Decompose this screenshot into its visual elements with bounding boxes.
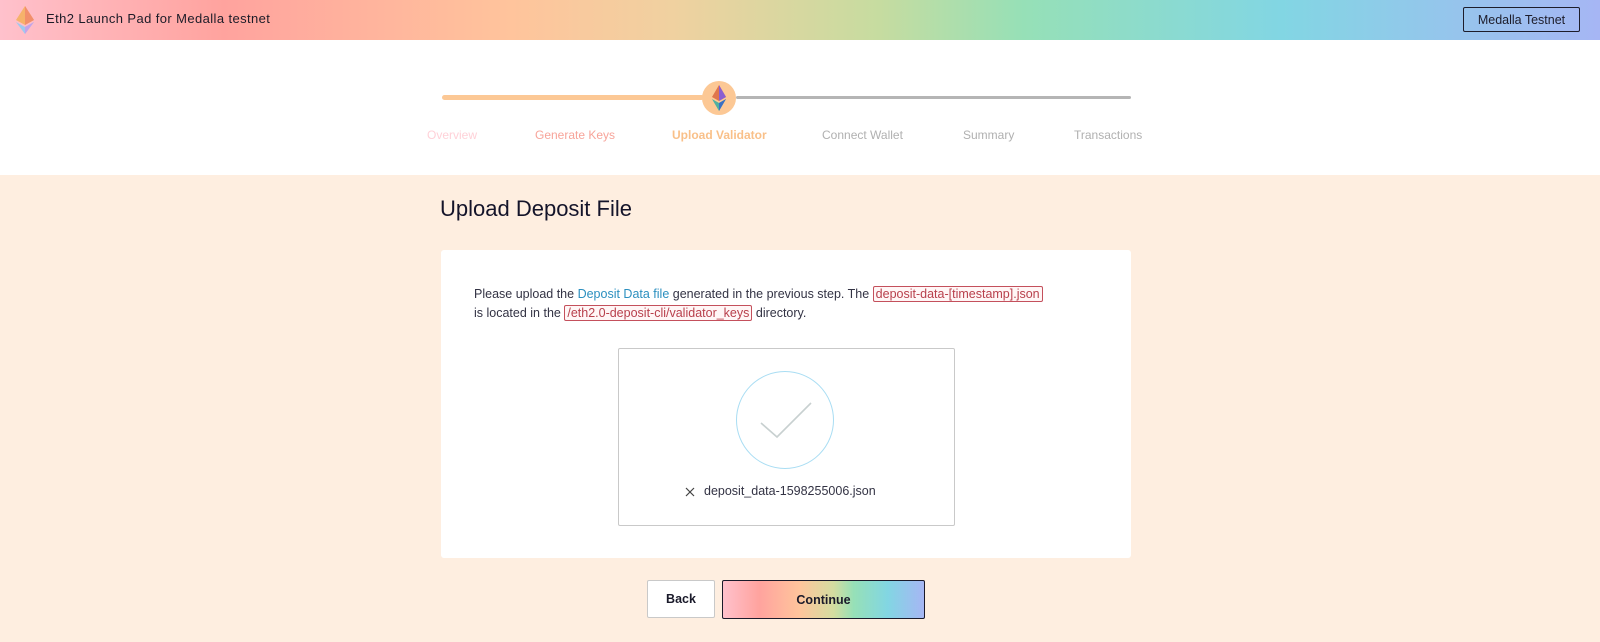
close-icon[interactable]	[684, 486, 696, 498]
intro-text-4: directory.	[752, 306, 807, 320]
deposit-data-link[interactable]: Deposit Data file	[578, 287, 670, 301]
deposit-file-code: deposit-data-[timestamp].json	[872, 286, 1043, 302]
step-overview: Overview	[427, 128, 478, 142]
progress-stepper: Overview Generate Keys Upload Validator …	[0, 40, 1600, 175]
progress-track-remaining	[736, 96, 1131, 99]
step-transactions: Transactions	[1074, 128, 1143, 142]
intro-text-3: is located in the	[474, 306, 565, 320]
ethereum-logo-icon[interactable]	[16, 6, 34, 34]
step-summary: Summary	[963, 128, 1015, 142]
ethereum-diamond-icon	[712, 85, 726, 111]
step-generate-keys: Generate Keys	[535, 128, 616, 142]
back-button[interactable]: Back	[647, 580, 715, 618]
intro-text-2: generated in the previous step. The	[669, 287, 873, 301]
upload-instructions: Please upload the Deposit Data file gene…	[474, 285, 1114, 323]
top-bar: Eth2 Launch Pad for Medalla testnet Meda…	[0, 0, 1600, 40]
upload-success-indicator	[736, 371, 834, 469]
network-button[interactable]: Medalla Testnet	[1463, 7, 1580, 32]
checkmark-icon	[760, 402, 812, 439]
step-connect-wallet: Connect Wallet	[822, 128, 903, 142]
app-title[interactable]: Eth2 Launch Pad for Medalla testnet	[46, 11, 270, 26]
current-step-marker	[702, 81, 736, 115]
step-upload-validator: Upload Validator	[672, 128, 767, 142]
page-title: Upload Deposit File	[440, 196, 632, 221]
intro-text-1: Please upload the	[474, 287, 578, 301]
validator-keys-dir-code: /eth2.0-deposit-cli/validator_keys	[564, 305, 753, 321]
uploaded-file-name: deposit_data-1598255006.json	[704, 484, 876, 498]
continue-button[interactable]: Continue	[722, 580, 925, 619]
progress-track-complete	[442, 95, 704, 100]
